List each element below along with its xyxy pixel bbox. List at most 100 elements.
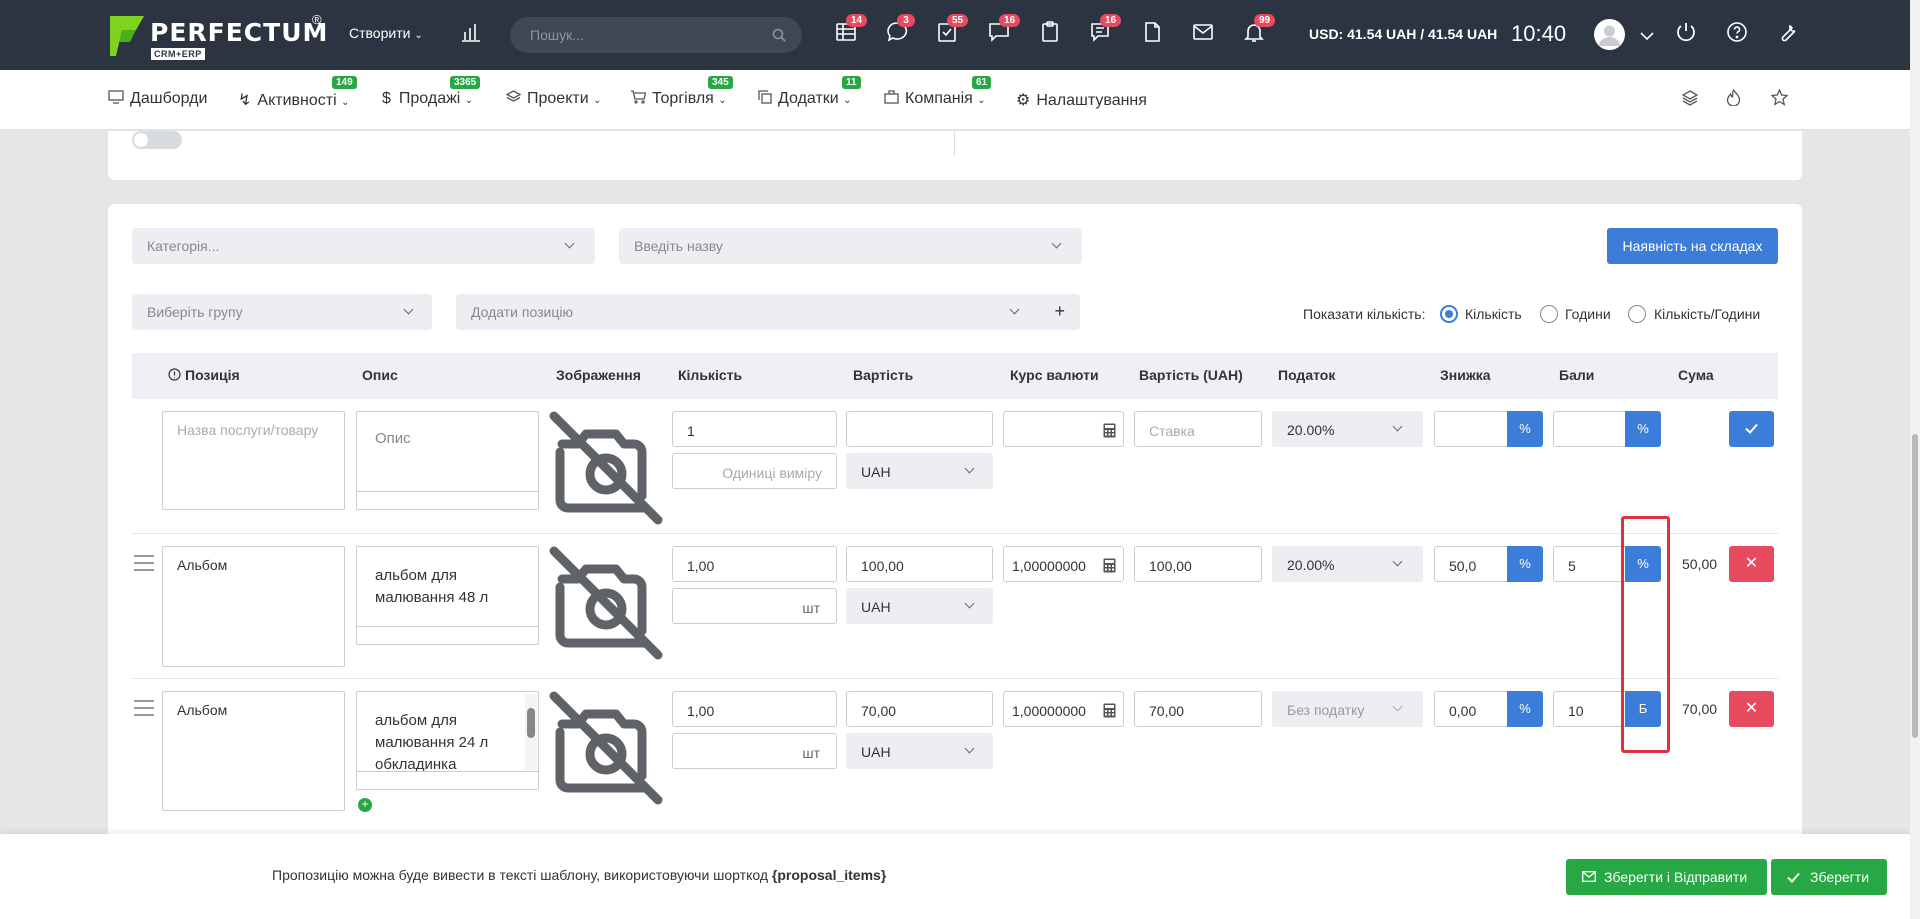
unit-input[interactable]: шт — [672, 733, 837, 769]
table-icon[interactable]: 14 — [834, 14, 868, 48]
help-icon[interactable] — [1725, 20, 1753, 48]
document-icon[interactable] — [1140, 20, 1168, 48]
points-input[interactable] — [1553, 411, 1626, 447]
reports-icon[interactable] — [459, 20, 487, 48]
nav-sales[interactable]: $ Продажі ⌄ 3365 — [382, 76, 481, 108]
page-scrollbar-thumb[interactable] — [1912, 434, 1918, 738]
nav-addons[interactable]: Додатки ⌄ 11 — [758, 76, 861, 108]
quantity-input[interactable]: 1,00 — [672, 691, 837, 727]
save-and-send-button[interactable]: Зберегти і Відправити — [1566, 859, 1767, 895]
save-button[interactable]: Зберегти — [1771, 859, 1887, 895]
discount-value: 50,0 — [1449, 558, 1477, 574]
description-textarea[interactable]: Опис — [356, 411, 539, 510]
price-uah-input[interactable]: Ставка — [1134, 411, 1262, 447]
tasks-icon[interactable]: 55 — [935, 14, 969, 48]
quantity-input[interactable]: 1 — [672, 411, 837, 447]
no-image-icon[interactable] — [548, 690, 664, 806]
rate-input[interactable]: 1,00000000 — [1003, 691, 1124, 727]
nav-label: Додатки — [778, 90, 839, 107]
top-bar: PERFECTUM ® CRM+ERP Створити ⌄ Пошук... … — [0, 0, 1910, 70]
description-textarea[interactable]: альбом для малювання 24 л обкладинка — [356, 691, 539, 790]
calculator-icon[interactable] — [1103, 423, 1116, 438]
price-input[interactable] — [846, 411, 993, 447]
remove-row-button[interactable]: ✕ — [1729, 546, 1774, 582]
header-quantity: Кількість — [678, 367, 743, 383]
add-plus-icon[interactable]: + — [1054, 301, 1065, 322]
chevron-down-icon — [1392, 421, 1403, 432]
category-select[interactable]: Категорія... — [132, 228, 595, 264]
bell-icon[interactable]: 99 — [1242, 14, 1276, 48]
user-chevron-icon[interactable] — [1635, 24, 1663, 52]
chevron-down-icon — [964, 743, 975, 754]
radio-quantity[interactable] — [1440, 305, 1458, 323]
points-type-button[interactable]: % — [1625, 411, 1661, 447]
nav-projects[interactable]: Проекти ⌄ — [505, 90, 601, 108]
nav-settings[interactable]: ⚙ Налаштування — [1016, 90, 1147, 110]
item-name-textarea[interactable]: Назва послуги/товару — [162, 411, 345, 510]
notes-icon[interactable]: 16 — [1088, 14, 1122, 48]
nav-activities[interactable]: ↯ Активності ⌄ 149 — [238, 76, 357, 110]
currency-select[interactable]: UAH — [846, 733, 993, 769]
search-bar[interactable]: Пошук... — [510, 17, 802, 53]
discount-input[interactable]: 50,0 — [1434, 546, 1508, 582]
currency-select[interactable]: UAH — [846, 588, 993, 624]
stock-availability-button[interactable]: Наявність на складах — [1607, 228, 1778, 264]
toggle-switch[interactable] — [132, 131, 182, 149]
price-uah-input[interactable]: 100,00 — [1134, 546, 1262, 582]
avatar[interactable] — [1594, 19, 1625, 50]
tax-select[interactable]: 20.00% — [1272, 411, 1423, 447]
add-description-icon[interactable]: + — [358, 798, 372, 812]
layers-icon[interactable] — [1682, 90, 1698, 106]
remove-row-button[interactable]: ✕ — [1729, 691, 1774, 727]
create-label: Створити — [349, 25, 411, 41]
item-name-textarea[interactable]: Альбом — [162, 546, 345, 667]
discount-input[interactable] — [1434, 411, 1508, 447]
textarea-scrollbar[interactable] — [525, 694, 537, 770]
discount-type-button[interactable]: % — [1507, 411, 1543, 447]
wrench-icon[interactable] — [1776, 20, 1804, 48]
confirm-add-button[interactable] — [1729, 411, 1774, 447]
comments-icon[interactable]: 16 — [987, 14, 1021, 48]
name-select[interactable]: Введіть назву — [619, 228, 1082, 264]
fire-icon[interactable] — [1726, 89, 1741, 106]
search-input[interactable]: Пошук... — [530, 27, 584, 43]
create-dropdown[interactable]: Створити ⌄ — [349, 25, 423, 41]
currency-select[interactable]: UAH — [846, 453, 993, 489]
calculator-icon[interactable] — [1103, 558, 1116, 573]
rate-input[interactable]: 1,00000000 — [1003, 546, 1124, 582]
drag-handle-icon[interactable] — [134, 555, 154, 571]
drag-handle-icon[interactable] — [134, 700, 154, 716]
rate-input[interactable] — [1003, 411, 1124, 447]
tax-select[interactable]: Без податку — [1272, 691, 1423, 727]
price-input[interactable]: 100,00 — [846, 546, 993, 582]
chat-icon[interactable]: 3 — [885, 14, 915, 48]
nav-trade[interactable]: Торгівля ⌄ 345 — [630, 76, 733, 108]
no-image-icon[interactable] — [548, 410, 664, 526]
nav-company[interactable]: Компанія ⌄ 61 — [884, 76, 992, 108]
points-input[interactable]: 5 — [1553, 546, 1626, 582]
radio-hours[interactable] — [1540, 305, 1558, 323]
no-image-icon[interactable] — [548, 545, 664, 661]
radio-qty-hours[interactable] — [1628, 305, 1646, 323]
mail-icon[interactable] — [1191, 20, 1219, 48]
clipboard-icon[interactable] — [1038, 20, 1066, 48]
calculator-icon[interactable] — [1103, 703, 1116, 718]
discount-type-button[interactable]: % — [1507, 691, 1543, 727]
description-textarea[interactable]: альбом для малювання 48 л — [356, 546, 539, 645]
nav-dashboards[interactable]: Дашборди — [108, 90, 207, 108]
discount-type-button[interactable]: % — [1507, 546, 1543, 582]
group-select[interactable]: Виберіть групу — [132, 294, 432, 330]
price-input[interactable]: 70,00 — [846, 691, 993, 727]
unit-input[interactable]: шт — [672, 588, 837, 624]
chevron-down-icon: ⌄ — [464, 95, 474, 106]
price-uah-input[interactable]: 70,00 — [1134, 691, 1262, 727]
item-name-textarea[interactable]: Альбом — [162, 691, 345, 811]
quantity-input[interactable]: 1,00 — [672, 546, 837, 582]
discount-input[interactable]: 0,00 — [1434, 691, 1508, 727]
add-position-select[interactable]: Додати позицію + — [456, 294, 1080, 330]
points-input[interactable]: 10 — [1553, 691, 1626, 727]
star-icon[interactable] — [1771, 89, 1788, 106]
power-icon[interactable] — [1674, 20, 1702, 48]
tax-select[interactable]: 20.00% — [1272, 546, 1423, 582]
unit-input[interactable]: Одиниці виміру — [672, 453, 837, 489]
